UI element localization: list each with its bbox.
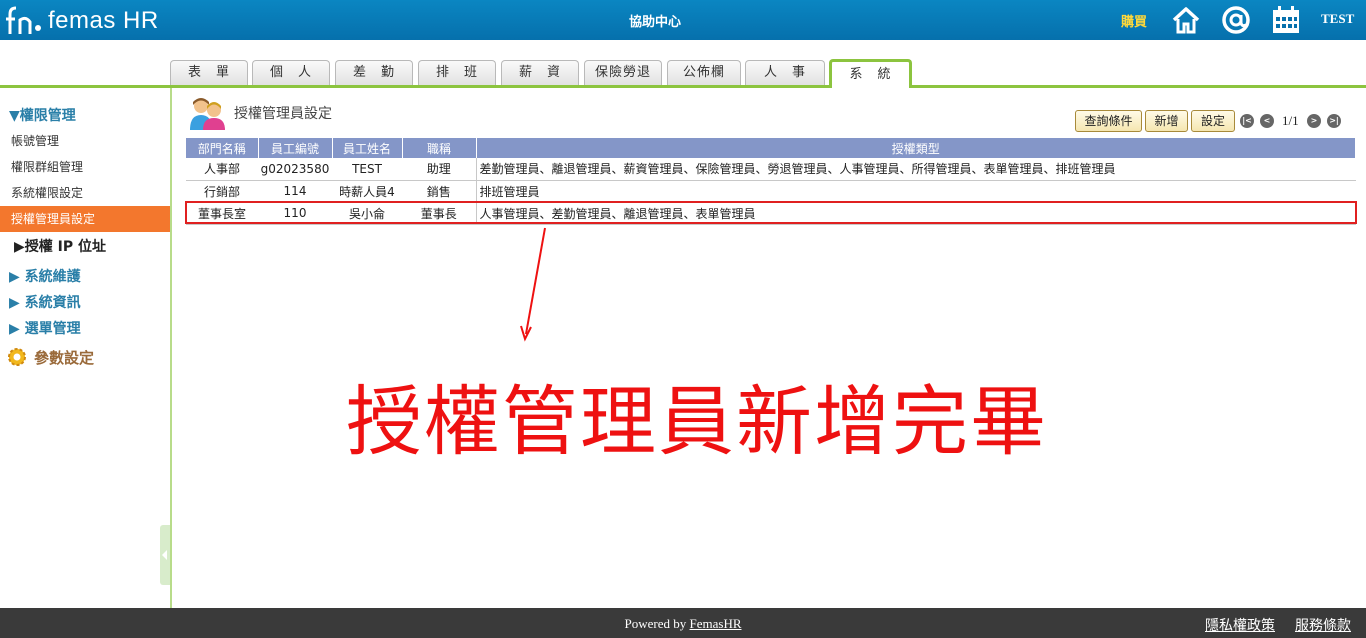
buy-link[interactable]: 購買: [1121, 11, 1147, 30]
sidebar-collapse-handle[interactable]: [160, 525, 170, 585]
table-row[interactable]: 行銷部 114 時薪人員4 銷售 排班管理員: [186, 180, 1356, 203]
annotation-arrow-icon: [520, 227, 546, 342]
add-button[interactable]: 新增: [1145, 110, 1188, 132]
tab-personal[interactable]: 個 人: [252, 60, 330, 85]
tab-salary[interactable]: 薪 資: [501, 60, 579, 85]
privacy-link[interactable]: 隱私權政策: [1205, 615, 1275, 635]
table-header-row: 部門名稱 員工編號 員工姓名 職稱 授權類型: [186, 138, 1356, 158]
cell-employee-id: 114: [258, 180, 332, 203]
powered-by: Powered by FemasHR: [0, 616, 1366, 632]
top-header: femas HR 協助中心 購買 TEST: [0, 0, 1366, 40]
sidebar-item-accounts[interactable]: 帳號管理: [0, 128, 170, 154]
cell-auth-type: 排班管理員: [475, 180, 1356, 203]
table-row[interactable]: 人事部 g02023580 TEST 助理 差勤管理員、離退管理員、薪資管理員、…: [186, 158, 1356, 181]
col-job-title[interactable]: 職稱: [402, 138, 477, 158]
cell-department: 人事部: [186, 158, 258, 181]
cell-job-title: 董事長: [402, 202, 476, 225]
femashr-link[interactable]: FemasHR: [690, 616, 742, 631]
sidebar-params-label: 參數設定: [34, 348, 95, 367]
page-title: 授權管理員設定: [234, 106, 332, 122]
last-page-icon[interactable]: >|: [1327, 114, 1341, 128]
annotation-text: 授權管理員新增完畢: [346, 377, 1048, 466]
sidebar-group-info[interactable]: ▶ 系統資訊: [9, 292, 81, 312]
tab-scheduling[interactable]: 排 班: [418, 60, 496, 85]
admin-table: 部門名稱 員工編號 員工姓名 職稱 授權類型 人事部 g02023580 TES…: [186, 138, 1356, 225]
sidebar-group-menu[interactable]: ▶ 選單管理: [9, 318, 81, 338]
first-page-icon[interactable]: |<: [1240, 114, 1254, 128]
cell-auth-type: 差勤管理員、離退管理員、薪資管理員、保險管理員、勞退管理員、人事管理員、所得管理…: [475, 158, 1356, 181]
table-row[interactable]: 董事長室 110 吳小侖 董事長 人事管理員、差勤管理員、離退管理員、表單管理員: [186, 202, 1356, 225]
col-department[interactable]: 部門名稱: [186, 138, 259, 158]
cell-employee-name: 時薪人員4: [332, 180, 402, 203]
calendar-icon[interactable]: [1270, 4, 1302, 36]
tab-attendance[interactable]: 差 勤: [335, 60, 413, 85]
footer: Powered by FemasHR 隱私權政策 服務條款: [0, 608, 1366, 638]
tab-insurance[interactable]: 保險勞退: [584, 60, 662, 85]
sidebar: ▼權限管理 帳號管理 權限群組管理 系統權限設定 授權管理員設定 ▶授權 IP …: [0, 88, 172, 608]
cell-employee-name: 吳小侖: [332, 202, 402, 225]
tab-underline: [0, 85, 1366, 88]
sidebar-group-permission[interactable]: ▼權限管理: [9, 105, 76, 125]
home-icon[interactable]: [1170, 4, 1202, 36]
help-center-title[interactable]: 協助中心: [0, 11, 1310, 30]
sidebar-group-maintain[interactable]: ▶ 系統維護: [9, 266, 81, 286]
cell-employee-id: 110: [258, 202, 332, 225]
next-page-icon[interactable]: >: [1307, 114, 1321, 128]
cell-job-title: 助理: [402, 158, 476, 181]
query-button[interactable]: 查詢條件: [1075, 110, 1142, 132]
powered-prefix: Powered by: [624, 616, 690, 631]
current-user[interactable]: TEST: [1321, 11, 1354, 27]
terms-link[interactable]: 服務條款: [1295, 615, 1351, 635]
tab-system[interactable]: 系 統: [829, 59, 912, 88]
sidebar-item-system-permissions[interactable]: 系統權限設定: [0, 180, 170, 206]
settings-button[interactable]: 設定: [1191, 110, 1235, 132]
prev-page-icon[interactable]: <: [1260, 114, 1274, 128]
sidebar-item-permission-groups[interactable]: 權限群組管理: [0, 154, 170, 180]
at-icon[interactable]: [1220, 4, 1252, 36]
cell-auth-type: 人事管理員、差勤管理員、離退管理員、表單管理員: [475, 202, 1356, 225]
col-employee-name[interactable]: 員工姓名: [332, 138, 403, 158]
gear-icon: [8, 348, 26, 366]
col-employee-id[interactable]: 員工編號: [258, 138, 333, 158]
page-indicator: 1/1: [1282, 113, 1299, 128]
col-auth-type[interactable]: 授權類型: [476, 138, 1356, 158]
cell-job-title: 銷售: [402, 180, 476, 203]
tab-hr[interactable]: 人 事: [745, 60, 825, 85]
cell-department: 行銷部: [186, 180, 258, 203]
sidebar-item-ip[interactable]: ▶授權 IP 位址: [14, 236, 106, 256]
cell-employee-id: g02023580: [258, 158, 332, 181]
tab-forms[interactable]: 表 單: [170, 60, 248, 85]
cell-employee-name: TEST: [332, 158, 402, 181]
tab-bulletin[interactable]: 公佈欄: [667, 60, 741, 85]
sidebar-item-admin-settings[interactable]: 授權管理員設定: [0, 206, 170, 232]
users-icon: [190, 98, 225, 130]
sidebar-params[interactable]: 參數設定: [6, 346, 94, 368]
cell-department: 董事長室: [186, 202, 258, 225]
page-heading: 授權管理員設定: [188, 96, 332, 130]
